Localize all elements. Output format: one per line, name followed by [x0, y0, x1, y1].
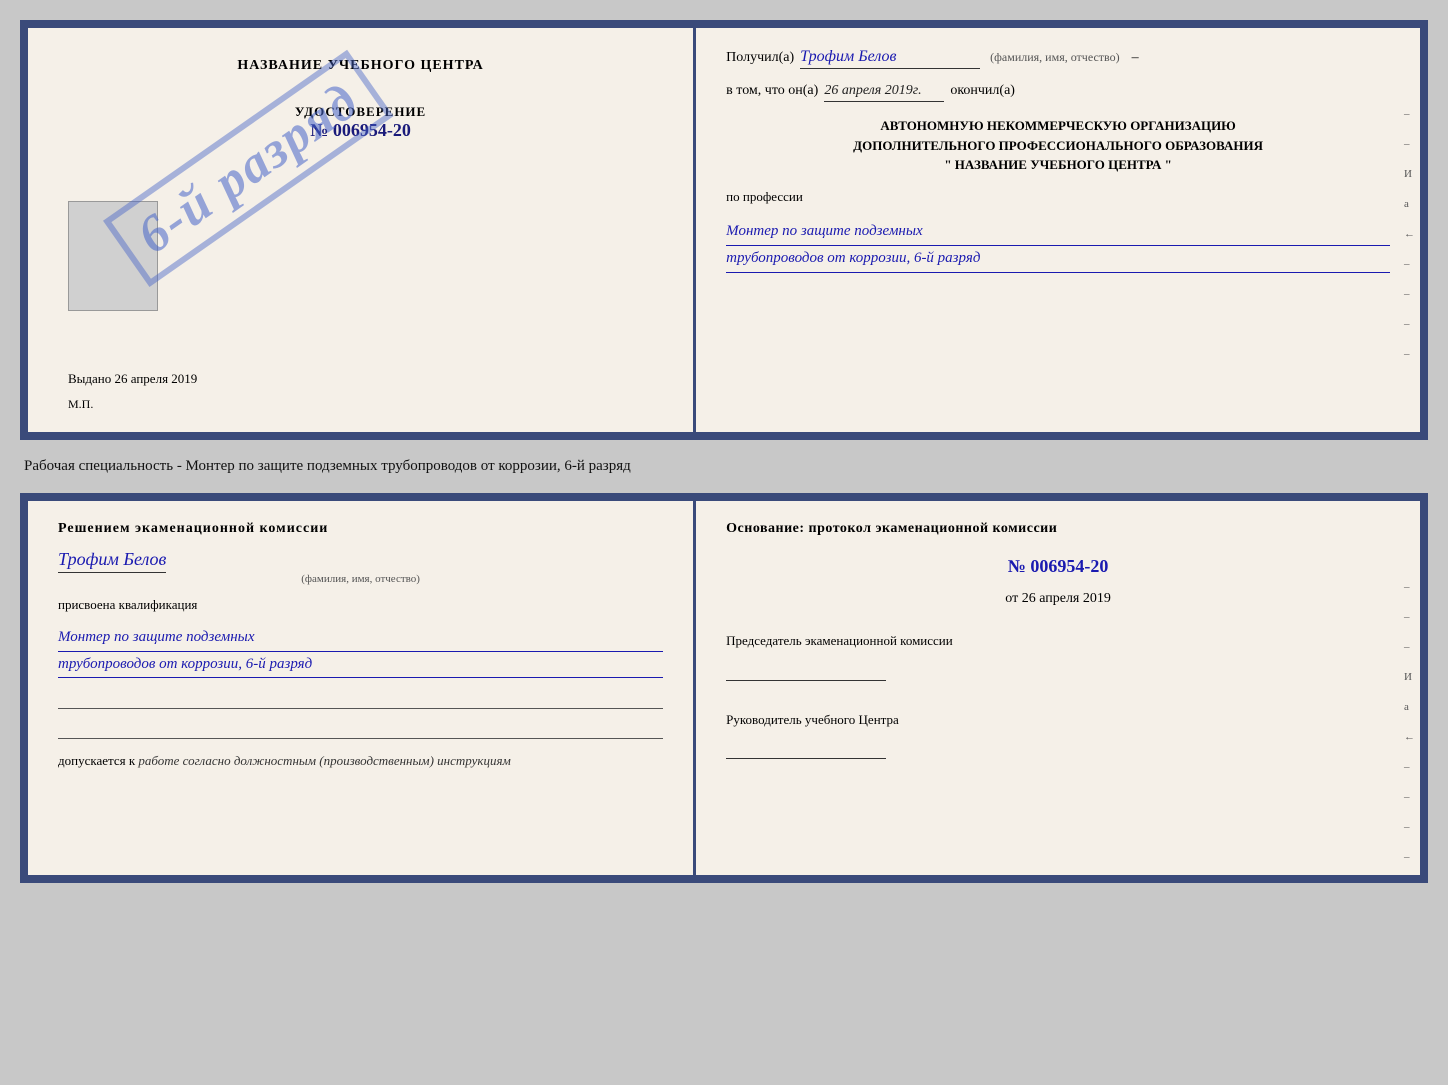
protocol-date: от 26 апреля 2019: [726, 591, 1390, 607]
org-block: АВТОНОМНУЮ НЕКОММЕРЧЕСКУЮ ОРГАНИЗАЦИЮ ДО…: [726, 116, 1390, 175]
person-name-bottom-wrapper: Трофим Белов (фамилия, имя, отчество): [58, 549, 663, 585]
issued-label: Выдано: [68, 371, 111, 386]
extra-lines: [58, 695, 663, 739]
name-hint-bottom: (фамилия, имя, отчество): [58, 573, 663, 585]
chairman-title: Председатель экаменационной комиссии: [726, 631, 1390, 651]
cert-bottom-left: Решением экаменационной комиссии Трофим …: [28, 501, 696, 875]
basis-title: Основание: протокол экаменационной комис…: [726, 521, 1390, 537]
decision-title: Решением экаменационной комиссии: [58, 521, 663, 537]
protocol-date-prefix: от: [1005, 591, 1018, 606]
date-prefix: в том, что он(а): [726, 83, 818, 99]
person-name-bottom: Трофим Белов: [58, 549, 166, 573]
допуск-prefix: допускается к: [58, 753, 135, 768]
profession-value2: трубопроводов от коррозии, 6-й разряд: [726, 246, 1390, 273]
cert-top-left: НАЗВАНИЕ УЧЕБНОГО ЦЕНТРА УДОСТОВЕРЕНИЕ №…: [28, 28, 696, 432]
protocol-number: № 006954-20: [726, 556, 1390, 577]
extra-line-1: [58, 695, 663, 709]
bottom-right-edge-marks: – – – И а ← – – – –: [1404, 581, 1415, 863]
profession-value1: Монтер по защите подземных: [726, 219, 1390, 246]
profession-label: по профессии: [726, 189, 1390, 205]
director-signature-line: [726, 739, 886, 759]
top-center-title: НАЗВАНИЕ УЧЕБНОГО ЦЕНТРА: [237, 58, 483, 74]
cert-top-right: Получил(а) Трофим Белов (фамилия, имя, о…: [696, 28, 1420, 432]
допуск-italic: работе согласно должностным (производств…: [138, 753, 510, 768]
org-line1: АВТОНОМНУЮ НЕКОММЕРЧЕСКУЮ ОРГАНИЗАЦИЮ: [726, 116, 1390, 136]
extra-line-2: [58, 725, 663, 739]
cert-number: № 006954-20: [295, 120, 426, 141]
received-row: Получил(а) Трофим Белов (фамилия, имя, о…: [726, 48, 1390, 69]
date-suffix: окончил(а): [950, 83, 1015, 99]
photo-placeholder: [68, 201, 158, 311]
issued-row: Выдано 26 апреля 2019: [68, 371, 197, 392]
udostoverenie-label: УДОСТОВЕРЕНИЕ: [295, 104, 426, 120]
qual-line1: Монтер по защите подземных: [58, 625, 663, 652]
chairman-section: Председатель экаменационной комиссии: [726, 631, 1390, 681]
org-line3: " НАЗВАНИЕ УЧЕБНОГО ЦЕНТРА ": [726, 155, 1390, 175]
director-title: Руководитель учебного Центра: [726, 710, 1390, 730]
mp-text: М.П.: [68, 397, 93, 412]
top-certificate: НАЗВАНИЕ УЧЕБНОГО ЦЕНТРА УДОСТОВЕРЕНИЕ №…: [20, 20, 1428, 440]
received-prefix: Получил(а): [726, 50, 794, 66]
assigned-text: присвоена квалификация: [58, 597, 663, 613]
right-edge-marks: – – И а ← – – – –: [1404, 108, 1415, 360]
received-name: Трофим Белов: [800, 48, 980, 69]
page-wrapper: НАЗВАНИЕ УЧЕБНОГО ЦЕНТРА УДОСТОВЕРЕНИЕ №…: [20, 20, 1428, 883]
chairman-signature-line: [726, 661, 886, 681]
date-value: 26 апреля 2019г.: [824, 83, 944, 102]
date-row: в том, что он(а) 26 апреля 2019г. окончи…: [726, 83, 1390, 102]
protocol-date-value: 26 апреля 2019: [1022, 591, 1111, 606]
cert-bottom-right: Основание: протокол экаменационной комис…: [696, 501, 1420, 875]
cert-number-box: УДОСТОВЕРЕНИЕ № 006954-20: [295, 104, 426, 141]
org-line2: ДОПОЛНИТЕЛЬНОГО ПРОФЕССИОНАЛЬНОГО ОБРАЗО…: [726, 136, 1390, 156]
допуск-row: допускается к работе согласно должностны…: [58, 751, 663, 771]
issued-date: 26 апреля 2019: [115, 371, 198, 386]
middle-text: Рабочая специальность - Монтер по защите…: [20, 450, 1428, 483]
bottom-certificate: Решением экаменационной комиссии Трофим …: [20, 493, 1428, 883]
director-section: Руководитель учебного Центра: [726, 710, 1390, 760]
name-hint-top: (фамилия, имя, отчество): [990, 50, 1119, 65]
qual-line2: трубопроводов от коррозии, 6-й разряд: [58, 652, 663, 679]
